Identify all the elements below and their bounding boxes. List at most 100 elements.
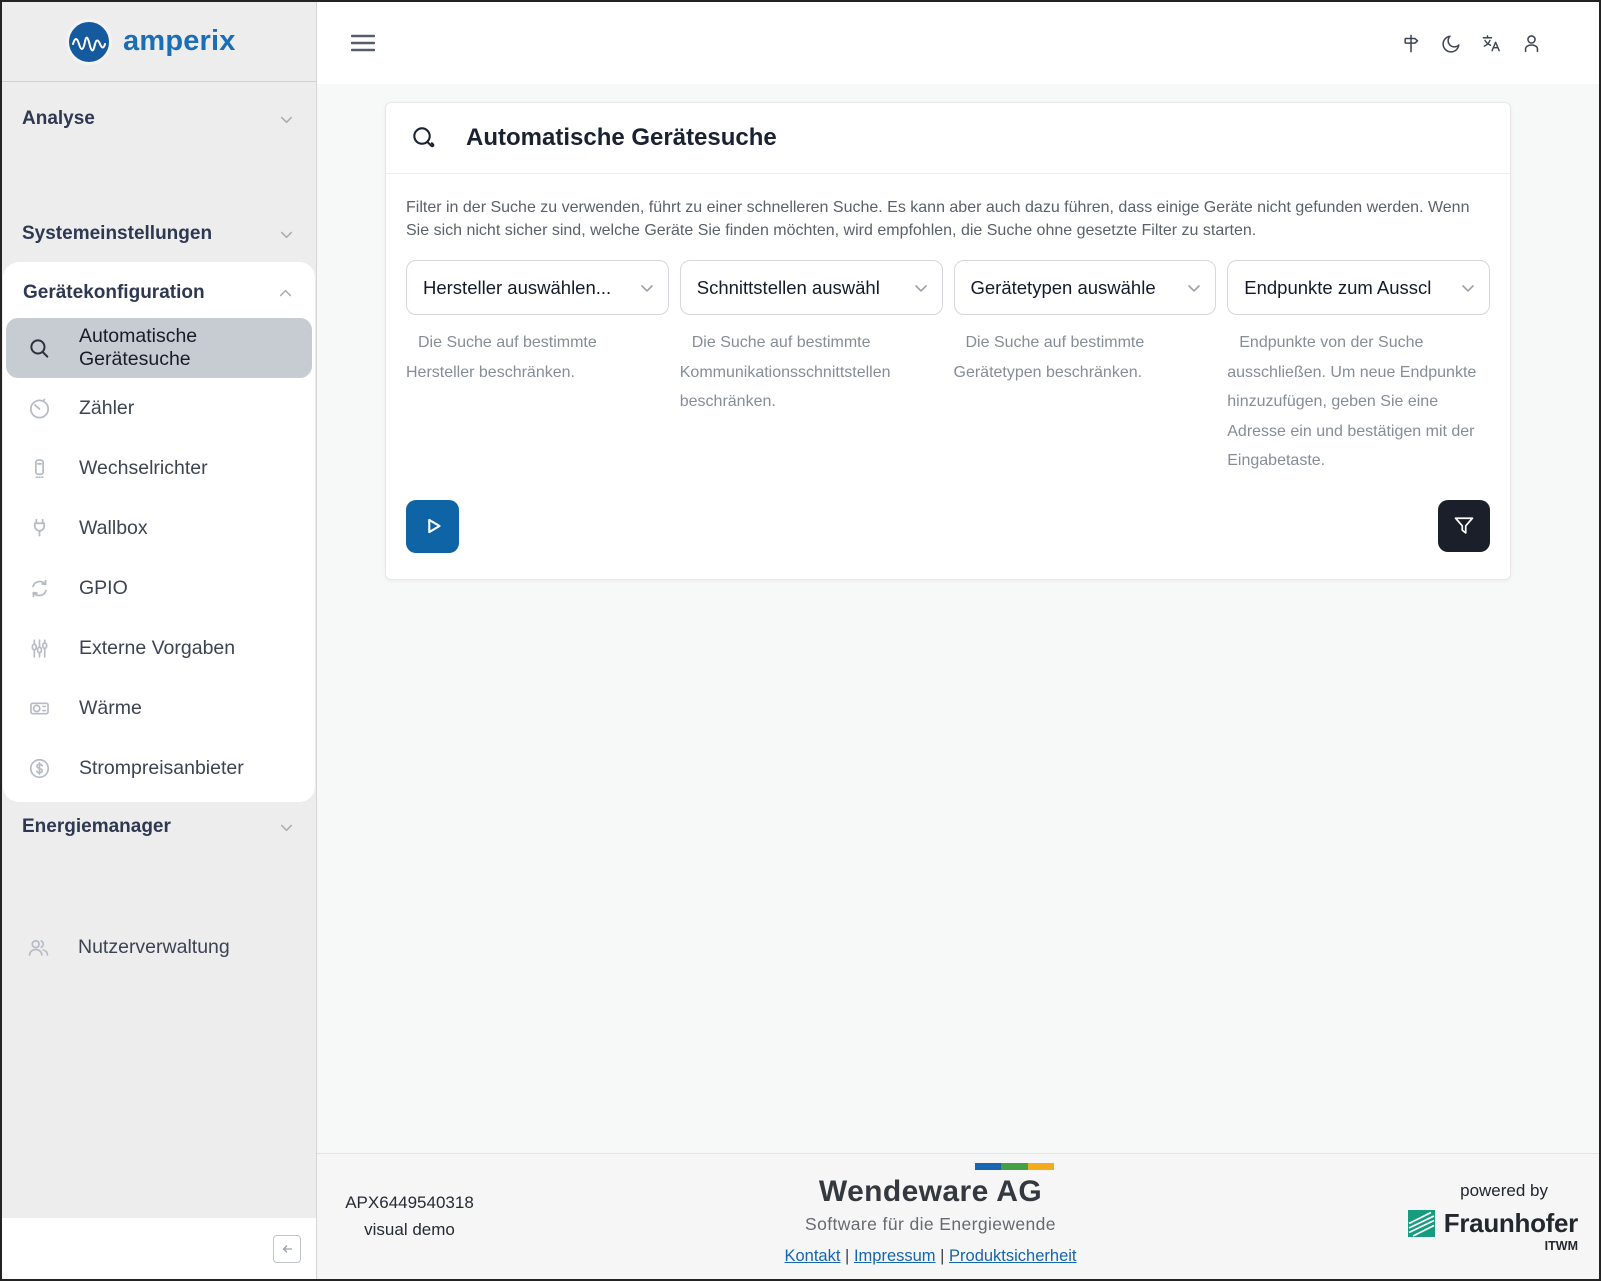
chevron-down-icon bbox=[1184, 278, 1204, 298]
search-icon bbox=[27, 336, 52, 361]
moon-dark-mode-icon bbox=[1440, 32, 1463, 55]
amperix-logo-icon bbox=[66, 19, 112, 65]
hersteller-help-text: Die Suche auf bestimmte Hersteller besch… bbox=[406, 328, 669, 387]
sidebar-item-label: Nutzerverwaltung bbox=[78, 936, 230, 959]
footer: APX6449540318 visual demo Wendeware AG S… bbox=[317, 1153, 1599, 1279]
sidebar-section-geraetekonfiguration[interactable]: Gerätekonfiguration bbox=[3, 268, 315, 318]
device-search-card: Automatische Gerätesuche Filter in der S… bbox=[385, 102, 1511, 580]
fraunhofer-logo: Fraunhofer ITWM bbox=[1408, 1210, 1578, 1253]
sidebar-item-nutzerverwaltung[interactable]: Nutzerverwaltung bbox=[2, 917, 316, 977]
page-title: Automatische Gerätesuche bbox=[466, 124, 777, 152]
chevron-down-icon bbox=[277, 225, 296, 244]
filter-column-hersteller: Hersteller auswählen... Die Suche auf be… bbox=[406, 260, 669, 476]
wendeware-color-bar bbox=[975, 1163, 1054, 1170]
sidebar-item-label: Wärme bbox=[79, 697, 142, 720]
sidebar-item-waerme[interactable]: Wärme bbox=[3, 678, 315, 738]
sidebar-section-energiemanager[interactable]: Energiemanager bbox=[2, 802, 316, 852]
dark-mode-button[interactable] bbox=[1440, 32, 1463, 55]
chevron-up-icon bbox=[276, 284, 295, 303]
chevron-down-icon bbox=[637, 278, 657, 298]
inverter-icon bbox=[27, 456, 52, 481]
fraunhofer-wordmark: Fraunhofer ITWM bbox=[1444, 1210, 1578, 1253]
sliders-icon bbox=[27, 636, 52, 661]
collapse-left-icon bbox=[278, 1240, 296, 1258]
account-button[interactable] bbox=[1520, 32, 1543, 55]
search-icon bbox=[410, 124, 438, 152]
user-account-icon bbox=[1520, 32, 1543, 55]
price-dollar-icon bbox=[27, 756, 52, 781]
impressum-link[interactable]: Impressum bbox=[854, 1247, 936, 1265]
filter-column-geraetetypen: Gerätetypen auswähle Die Suche auf besti… bbox=[954, 260, 1217, 476]
endpunkte-select[interactable]: Endpunkte zum Ausscl bbox=[1227, 260, 1490, 315]
link-separator: | bbox=[940, 1247, 944, 1265]
fraunhofer-stripes-icon bbox=[1408, 1210, 1435, 1237]
powered-by-label: powered by bbox=[1460, 1181, 1548, 1201]
device-id: APX6449540318 bbox=[345, 1193, 474, 1213]
brand-logo: amperix bbox=[2, 2, 316, 82]
schnittstellen-help-text: Die Suche auf bestimmte Kommunikationssc… bbox=[680, 328, 943, 417]
filter-settings-button[interactable] bbox=[1438, 500, 1490, 552]
hersteller-select[interactable]: Hersteller auswählen... bbox=[406, 260, 669, 315]
link-separator: | bbox=[845, 1247, 849, 1265]
main-area: Automatische Gerätesuche Filter in der S… bbox=[317, 2, 1599, 1279]
sidebar-item-label: GPIO bbox=[79, 577, 128, 600]
topbar bbox=[317, 2, 1599, 84]
plug-icon bbox=[27, 516, 52, 541]
produktsicherheit-link[interactable]: Produktsicherheit bbox=[949, 1247, 1076, 1265]
hamburger-menu-icon bbox=[351, 33, 375, 53]
endpunkte-help-text: Endpunkte von der Suche ausschließen. Um… bbox=[1227, 328, 1490, 476]
footer-center: Wendeware AG Software für die Energiewen… bbox=[502, 1154, 1359, 1279]
sidebar-item-gpio[interactable]: GPIO bbox=[3, 558, 315, 618]
device-name: visual demo bbox=[364, 1220, 455, 1240]
sidebar-item-wallbox[interactable]: Wallbox bbox=[3, 498, 315, 558]
language-button[interactable] bbox=[1480, 32, 1503, 55]
footer-links: Kontakt | Impressum | Produktsicherheit bbox=[784, 1247, 1076, 1266]
company-name: Wendeware AG bbox=[805, 1177, 1056, 1207]
chevron-down-icon bbox=[911, 278, 931, 298]
sidebar-expanded-panel: Gerätekonfiguration Automatische Gerätes… bbox=[3, 262, 315, 802]
kontakt-link[interactable]: Kontakt bbox=[784, 1247, 840, 1265]
sidebar-item-label: Wallbox bbox=[79, 517, 148, 540]
chevron-down-icon bbox=[1458, 278, 1478, 298]
start-search-button[interactable] bbox=[406, 500, 459, 553]
sidebar-item-strompreisanbieter[interactable]: Strompreisanbieter bbox=[3, 738, 315, 798]
sidebar-item-wechselrichter[interactable]: Wechselrichter bbox=[3, 438, 315, 498]
collapse-sidebar-button[interactable] bbox=[273, 1235, 301, 1263]
sidebar: amperix Analyse Systemeinstellungen Gerä… bbox=[2, 2, 317, 1279]
spacer bbox=[2, 852, 316, 917]
app-window: amperix Analyse Systemeinstellungen Gerä… bbox=[0, 0, 1601, 1281]
filter-column-endpunkte: Endpunkte zum Ausscl Endpunkte von der S… bbox=[1227, 260, 1490, 476]
sidebar-item-label: Strompreisanbieter bbox=[79, 757, 244, 780]
sidebar-item-externe-vorgaben[interactable]: Externe Vorgaben bbox=[3, 618, 315, 678]
guide-button[interactable] bbox=[1400, 32, 1423, 55]
footer-right: powered by Fraunhofer ITWM bbox=[1359, 1154, 1599, 1279]
sidebar-section-analyse[interactable]: Analyse bbox=[2, 94, 316, 144]
search-description: Filter in der Suche zu verwenden, führt … bbox=[406, 196, 1490, 242]
geraetetypen-select[interactable]: Gerätetypen auswähle bbox=[954, 260, 1217, 315]
page-content: Automatische Gerätesuche Filter in der S… bbox=[317, 84, 1599, 1153]
meter-gauge-icon bbox=[27, 396, 52, 421]
heat-unit-icon bbox=[27, 696, 52, 721]
card-header: Automatische Gerätesuche bbox=[386, 103, 1510, 174]
spacer bbox=[2, 144, 316, 209]
schnittstellen-select[interactable]: Schnittstellen auswähl bbox=[680, 260, 943, 315]
sidebar-section-systemeinstellungen[interactable]: Systemeinstellungen bbox=[2, 209, 316, 259]
signpost-icon bbox=[1400, 32, 1423, 55]
sidebar-item-label: Zähler bbox=[79, 397, 134, 420]
sync-arrows-icon bbox=[27, 576, 52, 601]
sidebar-item-label: Automatische Gerätesuche bbox=[79, 325, 312, 371]
brand-name: amperix bbox=[123, 25, 236, 58]
translate-language-icon bbox=[1480, 32, 1503, 55]
device-info: APX6449540318 visual demo bbox=[317, 1154, 502, 1279]
chevron-down-icon bbox=[277, 818, 296, 837]
sidebar-item-automatische-geraetesuche[interactable]: Automatische Gerätesuche bbox=[6, 318, 312, 378]
filter-row: Hersteller auswählen... Die Suche auf be… bbox=[406, 260, 1490, 476]
funnel-icon bbox=[1451, 513, 1477, 539]
filter-column-schnittstellen: Schnittstellen auswähl Die Suche auf bes… bbox=[680, 260, 943, 476]
wendeware-logo: Wendeware AG Software für die Energiewen… bbox=[805, 1163, 1056, 1235]
sidebar-item-zaehler[interactable]: Zähler bbox=[3, 378, 315, 438]
hamburger-menu-button[interactable] bbox=[351, 33, 375, 53]
sidebar-item-label: Externe Vorgaben bbox=[79, 637, 235, 660]
users-icon bbox=[26, 935, 51, 960]
play-icon bbox=[419, 512, 447, 540]
